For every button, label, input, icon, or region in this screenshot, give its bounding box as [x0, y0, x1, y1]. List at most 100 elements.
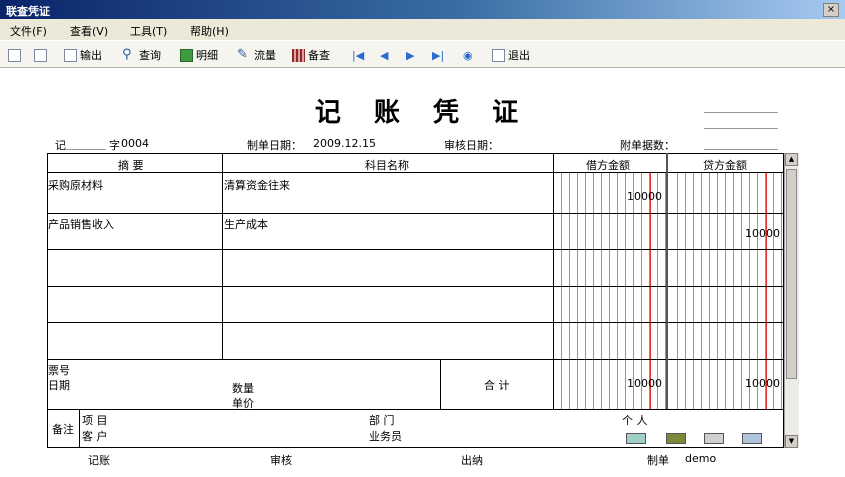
attach-line [704, 112, 778, 113]
bookkeep-label: 记账 [88, 454, 110, 467]
header-credit: 贷方金额 [703, 159, 747, 172]
search-doc-icon[interactable] [704, 433, 724, 444]
flow-label: 流量 [254, 49, 276, 62]
next-icon: ▶ [406, 48, 415, 62]
exit-label: 退出 [508, 49, 530, 62]
row-divider [47, 322, 784, 323]
menu-view[interactable]: 查看(V) [70, 23, 108, 39]
number-label: 字 [109, 139, 120, 152]
row2-summary[interactable]: 产品销售收入 [48, 216, 114, 232]
flow-button[interactable]: ✎ 流量 [237, 47, 276, 63]
row-divider [47, 249, 784, 250]
total-label: 合 计 [484, 379, 510, 392]
remarks-label: 备注 [52, 423, 74, 436]
print-button[interactable] [8, 47, 21, 63]
query-label: 查询 [139, 49, 161, 62]
card-icon[interactable] [742, 433, 762, 444]
voucher-number[interactable]: 0004 [121, 137, 149, 150]
voucher-date[interactable]: 2009.12.15 [313, 137, 376, 150]
prev-record-button[interactable]: ◀ [380, 47, 388, 63]
row1-account[interactable]: 清算资金往来 [224, 177, 290, 193]
total-credit: 10000 [745, 377, 780, 390]
menu-file[interactable]: 文件(F) [10, 23, 47, 39]
query-button[interactable]: ⚲ 查询 [122, 47, 161, 63]
menu-bar: 文件(F) 查看(V) 工具(T) 帮助(H) [0, 19, 845, 40]
row1-summary[interactable]: 采购原材料 [48, 177, 103, 193]
detail-button[interactable]: 明细 [180, 47, 218, 63]
note-button[interactable]: 备查 [292, 47, 330, 63]
header-debit: 借方金额 [586, 159, 630, 172]
scroll-down-button[interactable]: ▼ [785, 435, 798, 448]
picture-icon[interactable] [626, 433, 646, 444]
maker-name: demo [685, 452, 717, 465]
menu-help[interactable]: 帮助(H) [190, 23, 229, 39]
last-record-button[interactable]: ▶| [432, 47, 444, 63]
remarks-divider [47, 409, 784, 410]
debit-yuan-line [650, 172, 651, 409]
remarks-divider [79, 409, 80, 448]
row-divider [47, 286, 784, 287]
first-record-button[interactable]: |◀ [352, 47, 364, 63]
row2-account[interactable]: 生产成本 [224, 216, 268, 232]
cashier-label: 出纳 [461, 454, 483, 467]
col-divider [222, 153, 223, 359]
exit-icon [492, 48, 505, 62]
price-label: 单价 [232, 397, 254, 410]
attach-label: 附单据数： [620, 139, 675, 152]
last-icon: ▶| [432, 48, 445, 62]
person-label: 个 人 [622, 414, 648, 427]
staff-label: 业务员 [369, 430, 402, 443]
menu-tools[interactable]: 工具(T) [130, 23, 167, 39]
credit-yuan-line [766, 172, 767, 409]
ticket-date-label: 日期 [48, 379, 70, 392]
preview-icon [34, 48, 47, 62]
col-divider [666, 153, 668, 409]
exit-button[interactable]: 退出 [492, 47, 530, 63]
dept-label: 部 门 [369, 414, 395, 427]
vertical-scrollbar[interactable]: ▲ ▼ [784, 153, 799, 448]
binoculars-icon: ⚲ [122, 47, 132, 62]
col-divider [553, 153, 554, 409]
header-summary: 摘 要 [118, 159, 144, 172]
help-icon: ◉ [463, 48, 473, 62]
scroll-thumb[interactable] [786, 169, 797, 379]
next-record-button[interactable]: ▶ [406, 47, 414, 63]
title-bar: 联查凭证 × [0, 0, 845, 19]
row1-debit[interactable]: 10000 [627, 190, 662, 203]
customer-label: 客 户 [82, 430, 108, 443]
ledger-icon [180, 48, 193, 62]
pencil-icon: ✎ [237, 47, 248, 62]
row-divider [47, 213, 784, 214]
prev-icon: ◀ [380, 48, 389, 62]
toolbar: 输出 ⚲ 查询 明细 ✎ 流量 备查 |◀ ◀ ▶ ▶| ◉ 退出 [0, 40, 845, 68]
total-debit: 10000 [627, 377, 662, 390]
header-account: 科目名称 [365, 159, 409, 172]
close-button[interactable]: × [823, 3, 839, 17]
attach-line [704, 128, 778, 129]
window-title: 联查凭证 [6, 5, 50, 18]
voucher-type[interactable]: 记 [55, 137, 66, 153]
ticket-label: 票号 [48, 364, 70, 377]
maker-label: 制单 [647, 454, 669, 467]
output-label: 输出 [80, 49, 102, 62]
print-icon [8, 48, 21, 62]
note-label: 备查 [308, 49, 330, 62]
audit-date-label: 审核日期： [444, 139, 499, 152]
photo-icon[interactable] [666, 433, 686, 444]
row-divider [47, 359, 784, 360]
notebook-icon [292, 48, 305, 62]
preview-button[interactable] [34, 47, 47, 63]
row2-credit[interactable]: 10000 [745, 227, 780, 240]
type-underline [66, 149, 106, 150]
scroll-up-button[interactable]: ▲ [785, 153, 798, 166]
footer-divider [440, 359, 441, 409]
help-button[interactable]: ◉ [463, 47, 473, 63]
output-icon [64, 48, 77, 62]
header-divider [47, 172, 784, 173]
detail-label: 明细 [196, 49, 218, 62]
attach-count-field[interactable] [704, 149, 778, 150]
first-icon: |◀ [352, 48, 365, 62]
audit-label: 审核 [270, 454, 292, 467]
output-button[interactable]: 输出 [64, 47, 102, 63]
quantity-label: 数量 [232, 382, 254, 395]
